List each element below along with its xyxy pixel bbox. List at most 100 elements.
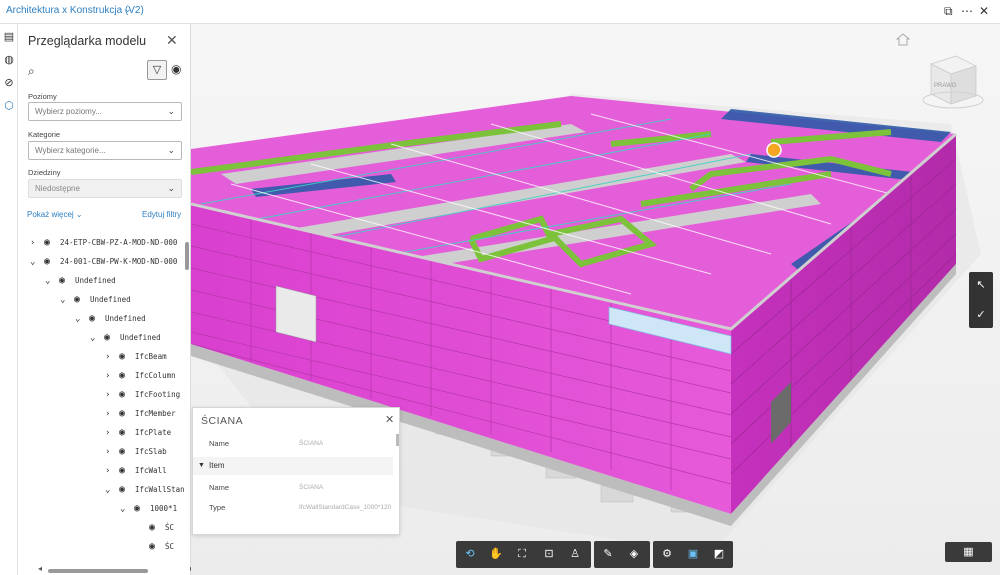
chevron-right-icon[interactable]: › — [105, 424, 119, 443]
model-browser-icon[interactable]: ▤ — [2, 30, 16, 44]
chevron-down-icon[interactable]: ⌄ — [60, 291, 74, 310]
zoom-window-icon[interactable]: ⊡ — [540, 546, 558, 563]
measure-icon[interactable]: ✎ — [599, 546, 617, 563]
categories-placeholder: Wybierz kategorie... — [35, 146, 106, 155]
panel-title: Przeglądarka modelu — [28, 34, 147, 48]
orbit-icon[interactable]: ⟲ — [461, 546, 479, 563]
close-icon[interactable]: ✕ — [979, 4, 989, 18]
model-browser-icon[interactable]: ▣ — [684, 546, 702, 563]
chevron-right-icon[interactable]: › — [105, 386, 119, 405]
chevron-right-icon[interactable]: › — [105, 367, 119, 386]
tree-row[interactable]: › ◉ IfcColumn — [105, 366, 176, 385]
eye-icon[interactable]: ◉ — [89, 309, 105, 328]
chevron-right-icon[interactable]: › — [105, 405, 119, 424]
tree-row[interactable]: › ◉ IfcFooting — [105, 385, 180, 404]
eye-icon[interactable]: ◉ — [119, 385, 135, 404]
markup-check-icon[interactable]: ✓ — [974, 308, 988, 322]
eye-icon[interactable]: ◉ — [104, 328, 120, 347]
eye-icon[interactable]: ◉ — [149, 537, 165, 556]
tree-horizontal-scrollbar[interactable] — [48, 569, 148, 573]
tree-row-label: IfcFooting — [135, 390, 181, 399]
tree-row[interactable]: ⌄ ◉ 24-001-CBW-PW-K-MOD-ND-000 — [30, 252, 177, 271]
chevron-down-icon[interactable]: ⌄ — [45, 272, 59, 291]
location-marker-icon — [766, 142, 782, 158]
tree-row-label: ŚC — [165, 542, 175, 551]
model-browser-panel: Przeglądarka modelu ✕ ⌕ ▽ ◉ Poziomy Wybi… — [18, 24, 194, 575]
home-icon[interactable] — [895, 33, 911, 46]
fullscreen-icon[interactable]: ◩ — [710, 546, 728, 563]
tree-row[interactable]: › ◉ 24-ETP-CBW-PZ-A-MOD-ND-000 — [30, 233, 177, 252]
first-person-icon[interactable]: ♙ — [566, 546, 584, 563]
eye-icon[interactable]: ◉ — [119, 404, 135, 423]
domains-placeholder: Niedostępne — [35, 184, 80, 193]
chevron-down-icon[interactable]: ⌄ — [30, 253, 44, 272]
issues-icon[interactable]: ⊘ — [2, 76, 16, 90]
globe-icon[interactable]: ◍ — [2, 53, 16, 67]
show-more-link[interactable]: Pokaż więcej ⌄ — [27, 210, 83, 219]
tree-row[interactable]: ⌄ ◉ Undefined — [45, 271, 116, 290]
property-row: Name ŚCIANA — [209, 439, 324, 448]
settings-icon[interactable]: ⚙ — [658, 546, 676, 563]
chevron-right-icon[interactable]: › — [105, 348, 119, 367]
close-icon[interactable]: ✕ — [385, 413, 394, 426]
eye-icon[interactable]: ◉ — [119, 480, 135, 499]
chevron-right-icon[interactable]: › — [30, 234, 44, 253]
chevron-down-icon[interactable]: ⌄ — [124, 4, 132, 15]
eye-icon[interactable]: ◉ — [119, 347, 135, 366]
tree-row[interactable]: › ◉ IfcWall — [105, 461, 167, 480]
search-icon[interactable]: ⌕ — [28, 64, 35, 79]
tree-row[interactable]: › ◉ IfcBeam — [105, 347, 167, 366]
filter-icon[interactable]: ▽ — [147, 60, 167, 80]
view-cube[interactable]: PRAWO — [922, 55, 984, 109]
chevron-right-icon[interactable]: › — [105, 443, 119, 462]
tree-row[interactable]: ⌄ ◉ IfcWallStan — [105, 480, 185, 499]
chevron-down-icon[interactable]: ⌄ — [75, 310, 89, 329]
more-icon[interactable]: ⋯ — [961, 4, 973, 18]
close-icon[interactable]: ✕ — [166, 32, 178, 49]
tree-row[interactable]: › ◉ IfcPlate — [105, 423, 171, 442]
tree-row-label: 1000*1 — [150, 504, 178, 513]
categories-select[interactable]: Wybierz kategorie... ⌄ — [28, 141, 182, 160]
scroll-left-icon[interactable]: ◂ — [38, 564, 42, 573]
split-view-icon[interactable]: ⧉ — [944, 4, 953, 18]
section-icon[interactable]: ◈ — [625, 546, 643, 563]
cube-icon[interactable]: ⬡ — [2, 99, 16, 113]
property-section-item[interactable]: ▼ Item — [193, 457, 393, 475]
eye-icon[interactable]: ◉ — [44, 233, 60, 252]
chevron-down-icon[interactable]: ⌄ — [90, 329, 104, 348]
fit-to-view-icon[interactable]: ⛶ — [513, 546, 531, 563]
tree-row[interactable]: ◉ ŚC — [135, 518, 174, 537]
eye-icon[interactable]: ◉ — [74, 290, 90, 309]
caret-down-icon: ▼ — [198, 462, 205, 469]
properties-scrollbar[interactable] — [396, 434, 399, 446]
select-icon[interactable]: ↖ — [974, 278, 988, 292]
tree-row[interactable]: ⌄ ◉ Undefined — [75, 309, 146, 328]
eye-icon[interactable]: ◉ — [119, 461, 135, 480]
tree-row-label: Undefined — [75, 276, 116, 285]
filter-label-domains: Dziedziny — [28, 168, 61, 177]
tree-row[interactable]: ⌄ ◉ Undefined — [90, 328, 161, 347]
eye-icon[interactable]: ◉ — [149, 518, 165, 537]
tree-row[interactable]: ⌄ ◉ 1000*1 — [120, 499, 177, 518]
eye-icon[interactable]: ◉ — [119, 366, 135, 385]
chevron-right-icon[interactable]: › — [105, 462, 119, 481]
tree-row[interactable]: › ◉ IfcMember — [105, 404, 176, 423]
tree-row[interactable]: ◉ ŚC — [135, 537, 174, 556]
eye-icon[interactable]: ◉ — [119, 442, 135, 461]
tree-row[interactable]: › ◉ IfcSlab — [105, 442, 167, 461]
eye-icon[interactable]: ◉ — [134, 499, 150, 518]
chevron-down-icon[interactable]: ⌄ — [120, 500, 134, 519]
layout-grid-button[interactable]: ▦ — [945, 542, 992, 562]
tree-vertical-scrollbar[interactable] — [185, 242, 189, 270]
levels-select[interactable]: Wybierz poziomy... ⌄ — [28, 102, 182, 121]
tree-row-label: IfcPlate — [135, 428, 172, 437]
eye-icon[interactable]: ◉ — [59, 271, 75, 290]
edit-filters-link[interactable]: Edytuj filtry — [142, 210, 181, 219]
eye-icon[interactable]: ◉ — [44, 252, 60, 271]
chevron-down-icon[interactable]: ⌄ — [105, 481, 119, 500]
eye-icon[interactable]: ◉ — [119, 423, 135, 442]
chevron-down-icon: ⌄ — [167, 106, 175, 116]
tree-row[interactable]: ⌄ ◉ Undefined — [60, 290, 131, 309]
eye-icon[interactable]: ◉ — [171, 62, 181, 76]
pan-icon[interactable]: ✋ — [487, 546, 505, 563]
